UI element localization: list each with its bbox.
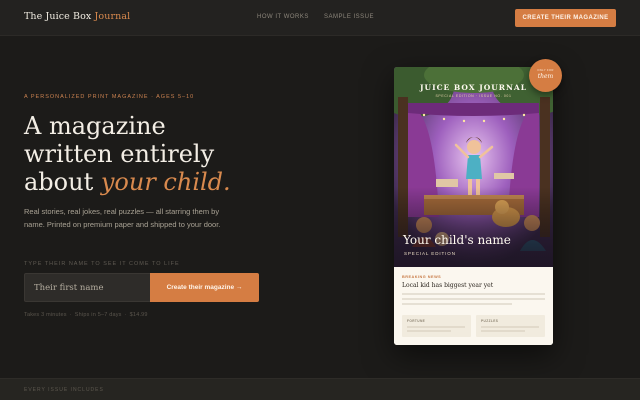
fineprint-shipping: Ships in 5–7 days: [74, 312, 122, 318]
magazine-issue-line: Special Edition · Issue No. 001: [435, 94, 512, 98]
name-field-label: Type their name to see it come to life: [24, 261, 180, 267]
nav-link-how-it-works[interactable]: How it works: [257, 14, 309, 20]
text-line-placeholder: [481, 330, 525, 332]
text-line-placeholder: [407, 326, 465, 328]
headline-line-3: about your child.: [24, 168, 324, 196]
text-line-placeholder: [407, 330, 451, 332]
inside-card-fortune: Fortune: [402, 315, 471, 337]
logo-accent: Journal: [94, 11, 131, 22]
hero-headline: A magazine written entirely about your c…: [24, 112, 324, 196]
headline-line-3-prefix: about: [24, 168, 101, 196]
card-label: Puzzles: [481, 319, 499, 323]
badge-top-text: Only for: [537, 68, 554, 72]
fineprint-time: Takes 3 minutes: [24, 312, 67, 318]
text-line-placeholder: [402, 298, 545, 300]
only-for-them-badge: Only for them: [529, 59, 562, 92]
top-nav: The Juice Box Journal How it works Sampl…: [0, 0, 640, 36]
logo-main: The Juice Box: [24, 11, 92, 22]
card-label: Fortune: [407, 319, 426, 323]
fineprint: Takes 3 minutes · Ships in 5–7 days · $14.99: [24, 312, 148, 318]
text-line-placeholder: [481, 326, 539, 328]
inside-headline: Local kid has biggest year yet: [402, 282, 494, 289]
nav-link-sample-issue[interactable]: Sample issue: [324, 14, 374, 20]
features-strip-label: Every issue includes: [24, 387, 104, 393]
magazine-cover: JUICE BOX JOURNAL Special Edition · Issu…: [394, 67, 553, 267]
text-line-placeholder: [402, 303, 512, 305]
magazine-preview: JUICE BOX JOURNAL Special Edition · Issu…: [394, 67, 553, 345]
fineprint-price: $14.99: [129, 312, 148, 318]
nav-create-magazine-button[interactable]: Create their magazine: [515, 9, 616, 27]
hero-eyebrow: A personalized print magazine · Ages 5–1…: [24, 94, 195, 100]
hero-subcopy: Real stories, real jokes, real puzzles —…: [24, 207, 221, 229]
magazine-inside-page: Breaking News Local kid has biggest year…: [394, 267, 553, 345]
child-name-input[interactable]: [24, 273, 151, 302]
separator-dot: ·: [69, 312, 72, 318]
headline-line-2: written entirely: [24, 140, 215, 168]
features-strip: Every issue includes: [0, 378, 640, 400]
inside-kicker: Breaking News: [402, 275, 442, 279]
cover-child-name: Your child's name: [403, 233, 511, 247]
create-magazine-button[interactable]: Create their magazine →: [150, 273, 259, 302]
headline-line-1: A magazine: [24, 112, 166, 140]
inside-card-puzzles: Puzzles: [476, 315, 545, 337]
magazine-masthead: JUICE BOX JOURNAL: [419, 83, 527, 92]
logo[interactable]: The Juice Box Journal: [24, 11, 130, 22]
badge-main-text: them: [537, 73, 554, 80]
text-line-placeholder: [402, 293, 545, 295]
cover-edition: Special Edition: [404, 251, 456, 256]
headline-emphasis: your child.: [100, 168, 231, 196]
separator-dot: ·: [124, 312, 127, 318]
